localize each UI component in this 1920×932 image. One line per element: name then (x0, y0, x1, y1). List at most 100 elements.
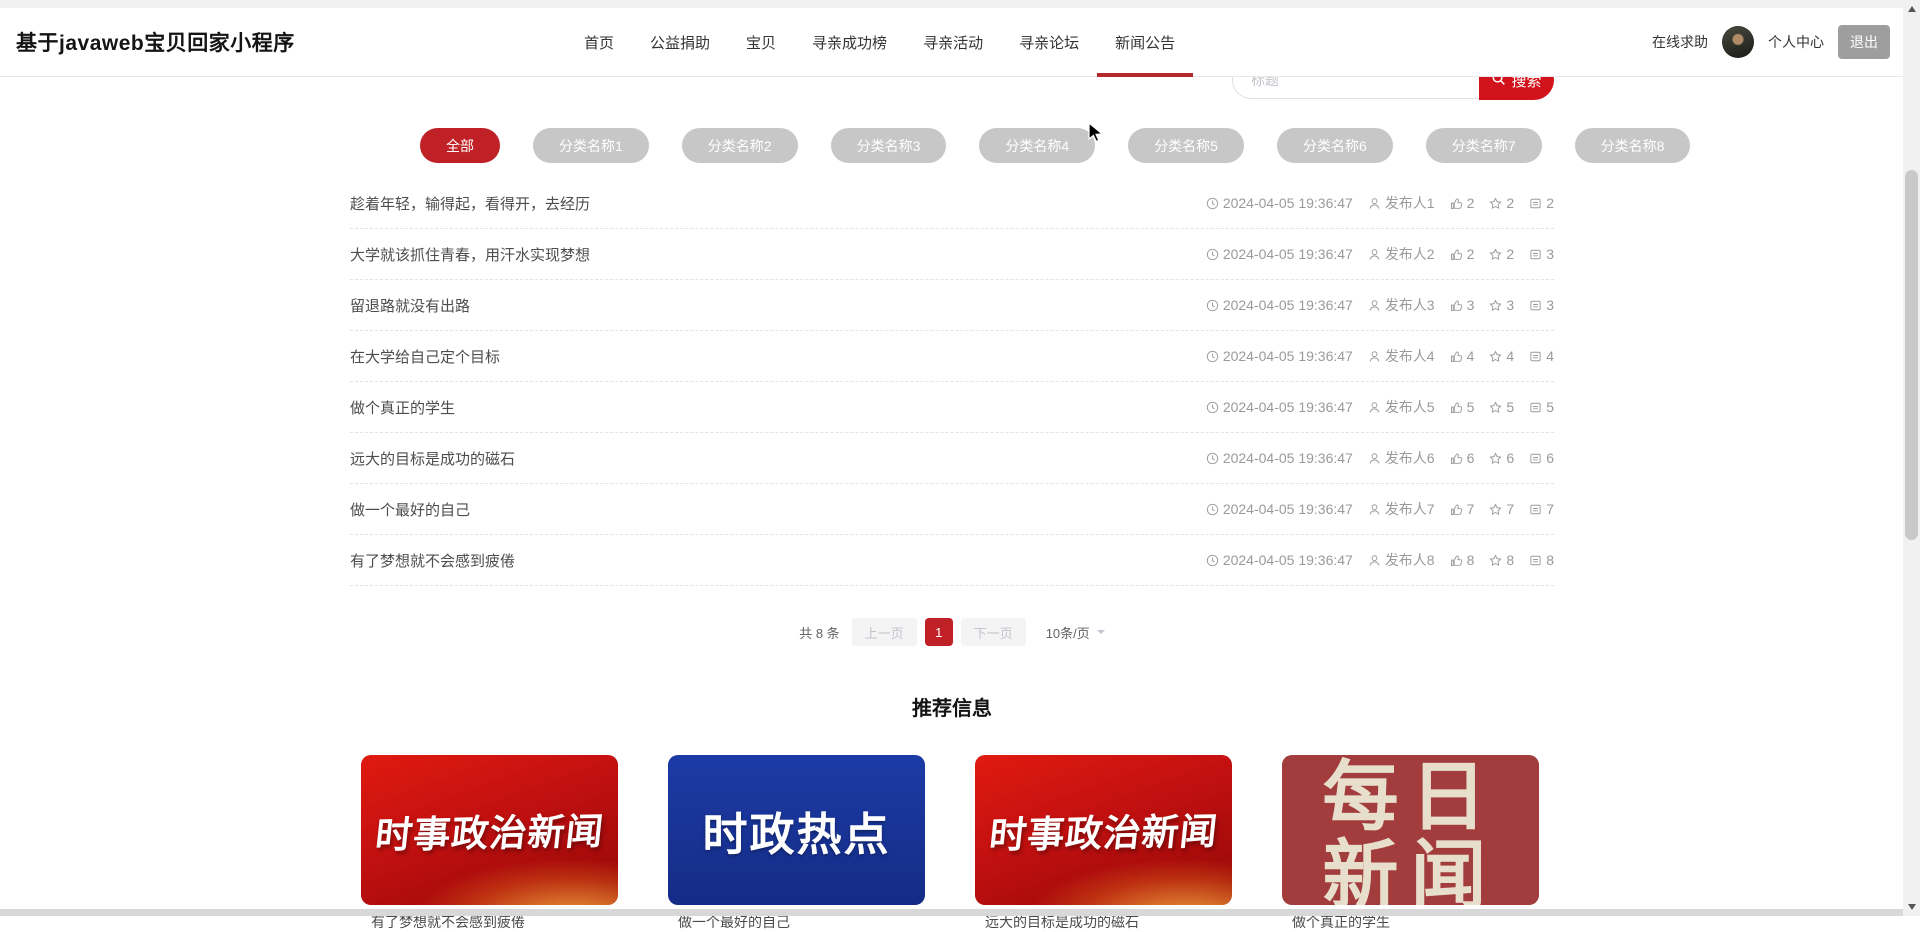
vertical-scrollbar[interactable] (1903, 0, 1920, 916)
page-size-label: 10条/页 (1045, 625, 1090, 641)
category-pill-label: 全部 (446, 137, 474, 154)
pagination-total: 共 8 条 (799, 625, 840, 641)
category-pill-label: 分类名称4 (1005, 137, 1070, 154)
stars-count[interactable]: 8 (1489, 552, 1514, 568)
comments-count[interactable]: 7 (1529, 501, 1554, 517)
category-pill[interactable]: 全部 (420, 128, 500, 163)
likes-count[interactable]: 6 (1450, 450, 1474, 466)
star-icon (1489, 400, 1503, 414)
stars-count[interactable]: 2 (1489, 246, 1514, 262)
online-help-link[interactable]: 在线求助 (1652, 32, 1708, 52)
current-page-number[interactable]: 1 (924, 618, 953, 646)
news-publisher: 发布人1 (1368, 193, 1435, 213)
star-icon (1489, 196, 1503, 210)
star-icon (1489, 298, 1503, 312)
logout-button[interactable]: 退出 (1838, 25, 1890, 59)
news-datetime: 2024-04-05 19:36:47 (1206, 348, 1353, 364)
next-page-button[interactable]: 下一页 (960, 618, 1026, 646)
news-row[interactable]: 在大学给自己定个目标 2024-04-05 19:36:47 发布人4 4 4 … (350, 331, 1554, 382)
recommend-card[interactable]: 每日新闻 做个真正的学生 (1282, 755, 1539, 932)
nav-item[interactable]: 公益捐助 (632, 8, 728, 76)
clock-icon (1206, 350, 1219, 363)
news-datetime: 2024-04-05 19:36:47 (1206, 297, 1353, 313)
comment-icon (1529, 197, 1542, 210)
star-icon (1489, 451, 1503, 465)
likes-count[interactable]: 7 (1450, 501, 1474, 517)
news-publisher: 发布人3 (1368, 295, 1435, 315)
news-row[interactable]: 留退路就没有出路 2024-04-05 19:36:47 发布人3 3 3 3 (350, 280, 1554, 331)
category-pill[interactable]: 分类名称6 (1276, 128, 1393, 163)
nav-item-label: 寻亲成功榜 (812, 34, 888, 52)
news-title: 远大的目标是成功的磁石 (350, 450, 516, 468)
category-pill[interactable]: 分类名称3 (830, 128, 947, 163)
card-image-text: 每日新闻 (1322, 756, 1499, 905)
prev-page-button[interactable]: 上一页 (851, 618, 917, 646)
news-publisher: 发布人4 (1368, 346, 1435, 366)
category-pill[interactable]: 分类名称7 (1425, 128, 1542, 163)
scroll-up-arrow-icon[interactable] (1903, 0, 1920, 17)
nav-item[interactable]: 寻亲成功榜 (794, 8, 905, 76)
comments-count[interactable]: 2 (1529, 195, 1554, 211)
likes-count[interactable]: 2 (1450, 246, 1474, 262)
stars-count[interactable]: 5 (1489, 399, 1514, 415)
category-pill[interactable]: 分类名称5 (1128, 128, 1244, 163)
news-row[interactable]: 大学就该抓住青春，用汗水实现梦想 2024-04-05 19:36:47 发布人… (350, 229, 1554, 280)
category-pill[interactable]: 分类名称8 (1574, 128, 1691, 163)
news-meta: 2024-04-05 19:36:47 发布人3 3 3 3 (1206, 295, 1554, 315)
profile-link[interactable]: 个人中心 (1768, 32, 1824, 52)
news-title: 趁着年轻，输得起，看得开，去经历 (350, 195, 591, 213)
news-row[interactable]: 远大的目标是成功的磁石 2024-04-05 19:36:47 发布人6 6 6… (350, 433, 1554, 484)
category-pill[interactable]: 分类名称4 (979, 128, 1096, 163)
page-size-select[interactable]: 10条/页 (1046, 623, 1105, 642)
clock-icon (1206, 503, 1219, 516)
chevron-down-icon (1096, 630, 1105, 638)
news-row[interactable]: 做个真正的学生 2024-04-05 19:36:47 发布人5 5 5 5 (350, 382, 1554, 433)
user-icon (1368, 248, 1381, 261)
comments-count[interactable]: 3 (1529, 297, 1554, 313)
comments-count[interactable]: 3 (1529, 246, 1554, 262)
avatar[interactable] (1722, 26, 1754, 58)
recommend-card[interactable]: 时政热点 做一个最好的自己 (668, 755, 925, 932)
category-pill[interactable]: 分类名称2 (681, 128, 798, 163)
header: 基于javaweb宝贝回家小程序 首页 公益捐助 宝贝 寻亲成功榜 寻亲活动 寻… (0, 8, 1920, 77)
nav-item[interactable]: 首页 (566, 8, 632, 76)
stars-count[interactable]: 6 (1489, 450, 1514, 466)
page-bottom-strip (0, 909, 1903, 916)
recommend-card[interactable]: 时事政治新闻 远大的目标是成功的磁石 (975, 755, 1232, 932)
comments-count[interactable]: 6 (1529, 450, 1554, 466)
news-publisher: 发布人7 (1368, 499, 1435, 519)
news-row[interactable]: 有了梦想就不会感到疲倦 2024-04-05 19:36:47 发布人8 8 8… (350, 535, 1554, 586)
category-pill-label: 分类名称7 (1451, 137, 1516, 154)
likes-count[interactable]: 4 (1450, 348, 1474, 364)
main-content: 搜索 全部 分类名称1 分类名称2 分类名称3 分类名称4 (350, 60, 1691, 932)
comments-count[interactable]: 4 (1529, 348, 1554, 364)
likes-count[interactable]: 5 (1450, 399, 1474, 415)
nav-item[interactable]: 宝贝 (728, 8, 794, 76)
stars-count[interactable]: 3 (1489, 297, 1514, 313)
scrollbar-thumb[interactable] (1905, 170, 1918, 540)
news-title: 做一个最好的自己 (350, 501, 471, 519)
likes-count[interactable]: 2 (1450, 195, 1474, 211)
scroll-down-arrow-icon[interactable] (1903, 899, 1920, 916)
comments-count[interactable]: 8 (1529, 552, 1554, 568)
category-pill-label: 分类名称1 (559, 137, 623, 154)
nav-item[interactable]: 新闻公告 (1097, 8, 1194, 77)
stars-count[interactable]: 4 (1489, 348, 1514, 364)
recommend-title: 推荐信息 (912, 698, 992, 720)
news-row[interactable]: 趁着年轻，输得起，看得开，去经历 2024-04-05 19:36:47 发布人… (350, 178, 1554, 229)
nav-item-label: 寻亲论坛 (1019, 34, 1080, 52)
likes-count[interactable]: 3 (1450, 297, 1474, 313)
stars-count[interactable]: 7 (1489, 501, 1514, 517)
news-datetime: 2024-04-05 19:36:47 (1206, 399, 1353, 415)
comments-count[interactable]: 5 (1529, 399, 1554, 415)
likes-count[interactable]: 8 (1450, 552, 1474, 568)
nav-item[interactable]: 寻亲活动 (905, 8, 1001, 76)
nav-item[interactable]: 寻亲论坛 (1001, 8, 1097, 76)
news-title: 在大学给自己定个目标 (350, 348, 501, 366)
stars-count[interactable]: 2 (1489, 195, 1514, 211)
news-datetime: 2024-04-05 19:36:47 (1206, 246, 1353, 262)
news-row[interactable]: 做一个最好的自己 2024-04-05 19:36:47 发布人7 7 7 7 (350, 484, 1554, 535)
recommend-card[interactable]: 时事政治新闻 有了梦想就不会感到疲倦 (361, 755, 618, 932)
user-icon (1368, 401, 1381, 414)
category-pill[interactable]: 分类名称1 (533, 128, 649, 163)
